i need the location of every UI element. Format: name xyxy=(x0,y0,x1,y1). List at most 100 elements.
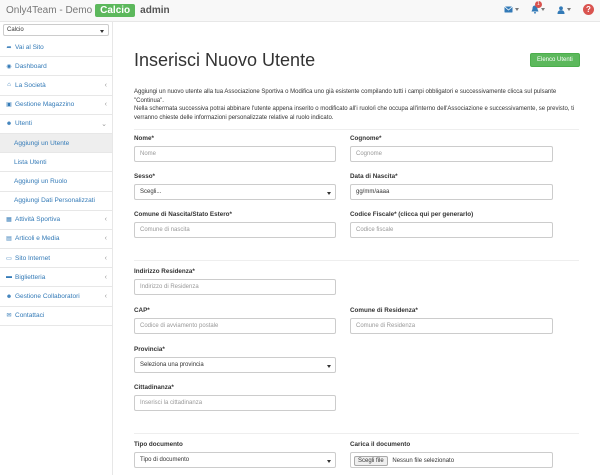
sidebar-item-label: Gestione Magazzino xyxy=(15,101,75,109)
nascita-label: Data di Nascita* xyxy=(350,173,398,180)
sidebar-item-aggiungi-ruolo[interactable]: Aggiungi un Ruolo xyxy=(0,172,112,192)
sidebar-item-label: Articoli e Media xyxy=(15,235,60,243)
chevron-left-icon: ‹ xyxy=(104,235,107,243)
chevron-down-icon xyxy=(100,30,104,33)
nome-input[interactable]: Nome xyxy=(134,146,336,162)
notification-badge: 1 xyxy=(535,1,542,8)
tipo-documento-select[interactable]: Tipo di documento xyxy=(134,452,336,468)
cittadinanza-label: Cittadinanza* xyxy=(134,384,174,391)
sidebar-item-aggiungi-utente[interactable]: Aggiungi un Utente xyxy=(0,133,112,154)
sidebar-item-attivita-sportiva[interactable]: ▦ Attività Sportiva ‹ xyxy=(0,211,112,230)
sesso-select[interactable]: Scegli... xyxy=(134,184,336,200)
sidebar-item-label: Aggiungi Dati Personalizzati xyxy=(14,197,95,205)
provincia-select-value: Seleziona una provincia xyxy=(140,362,204,368)
chevron-left-icon: ‹ xyxy=(104,216,107,224)
chevron-left-icon: ‹ xyxy=(104,273,107,281)
sidebar-item-dashboard[interactable]: ◉ Dashboard xyxy=(0,57,112,77)
cap-input[interactable]: Codice di avviamento postale xyxy=(134,318,336,334)
sidebar-item-biglietteria[interactable]: ▬ Biglietteria ‹ xyxy=(0,268,112,288)
chevron-down-icon xyxy=(515,8,519,11)
messages-dropdown[interactable] xyxy=(504,6,519,13)
sidebar-item-dati-personalizzati[interactable]: Aggiungi Dati Personalizzati xyxy=(0,192,112,211)
codice-fiscale-input[interactable]: Codice fiscale xyxy=(350,222,553,238)
nav-icons: 1 ? xyxy=(504,1,594,15)
intro-paragraph-2: Nella schermata successiva potrai abbina… xyxy=(134,106,575,121)
chevron-down-icon xyxy=(327,365,331,368)
help-icon[interactable]: ? xyxy=(583,4,594,15)
archive-icon: ▣ xyxy=(6,102,12,109)
page-title: Inserisci Nuovo Utente xyxy=(134,50,316,70)
sidebar-item-label: Sito Internet xyxy=(15,254,51,262)
chevron-left-icon: ‹ xyxy=(104,254,107,262)
chevron-left-icon: ‹ xyxy=(104,293,107,301)
desktop-icon: ▭ xyxy=(6,255,12,262)
cittadinanza-input[interactable]: Inserisci la cittadinanza xyxy=(134,395,336,411)
elenco-utenti-button[interactable]: Elenco Utenti xyxy=(530,53,580,67)
chevron-down-icon xyxy=(327,192,331,195)
chevron-down-icon xyxy=(541,8,545,11)
user-dropdown[interactable] xyxy=(557,5,571,14)
file-status-text: Nessun file selezionato xyxy=(392,458,455,464)
nome-label: Nome* xyxy=(134,135,154,142)
tipo-documento-value: Tipo di documento xyxy=(140,457,190,463)
sidebar-item-label: Dashboard xyxy=(15,62,47,70)
sidebar-item-label: Vai al Sito xyxy=(15,43,44,51)
brand-badge: Calcio xyxy=(95,4,136,17)
sidebar-item-label: La Società xyxy=(15,81,46,89)
sidebar-item-label: Aggiungi un Ruolo xyxy=(14,177,68,185)
sidebar-item-sito-internet[interactable]: ▭ Sito Internet ‹ xyxy=(0,249,112,269)
sport-selector-value: Calcio xyxy=(7,27,24,33)
notifications-dropdown[interactable]: 1 xyxy=(531,1,545,14)
sidebar-item-vai-al-sito[interactable]: ➦ Vai al Sito xyxy=(0,38,112,58)
table-icon: ▦ xyxy=(6,217,12,224)
file-upload-input[interactable]: Scegli file Nessun file selezionato xyxy=(350,452,553,468)
comune-residenza-input[interactable]: Comune di Residenza xyxy=(350,318,553,334)
sidebar-item-label: Contattaci xyxy=(15,312,45,320)
nascita-input[interactable]: gg/mm/aaaa xyxy=(350,184,553,200)
collaborators-icon: ☻ xyxy=(5,293,13,300)
chevron-left-icon: ‹ xyxy=(104,81,107,89)
sidebar-item-label: Aggiungi un Utente xyxy=(14,139,70,147)
sport-selector[interactable]: Calcio xyxy=(3,24,109,36)
cognome-label: Cognome* xyxy=(350,135,382,142)
divider xyxy=(134,260,579,261)
sidebar-item-lista-utenti[interactable]: Lista Utenti xyxy=(0,153,112,173)
top-navbar: Only4Team - Demo Calcio admin 1 ? xyxy=(0,0,600,22)
cognome-input[interactable]: Cognome xyxy=(350,146,553,162)
sesso-label: Sesso* xyxy=(134,173,156,180)
carica-documento-label: Carica il documento xyxy=(350,441,411,448)
sidebar-item-utenti[interactable]: ☻ Utenti ⌄ xyxy=(0,115,112,134)
comune-nascita-input[interactable]: Comune di nascita xyxy=(134,222,336,238)
comune-residenza-label: Comune di Residenza* xyxy=(350,307,418,314)
codice-fiscale-label[interactable]: Codice Fiscale* (clicca qui per generarl… xyxy=(350,211,473,218)
divider xyxy=(134,433,579,434)
provincia-select[interactable]: Seleziona una provincia xyxy=(134,357,336,373)
choose-file-button[interactable]: Scegli file xyxy=(354,456,388,466)
sidebar-item-contattaci[interactable]: ✉ Contattaci xyxy=(0,307,112,326)
share-icon: ➦ xyxy=(6,44,12,51)
main-content: Inserisci Nuovo Utente Elenco Utenti Agg… xyxy=(113,22,600,475)
brand-admin: admin xyxy=(140,5,170,16)
indirizzo-input[interactable]: Indirizzo di Residenza xyxy=(134,279,336,295)
chevron-down-icon: ⌄ xyxy=(101,120,107,128)
intro-paragraph-1: Aggiungi un nuovo utente alla tua Associ… xyxy=(134,89,557,104)
sidebar-item-gestione-magazzino[interactable]: ▣ Gestione Magazzino ‹ xyxy=(0,96,112,115)
dashboard-icon: ◉ xyxy=(6,63,12,70)
sidebar-item-la-societa[interactable]: ⌂ La Società ‹ xyxy=(0,76,112,96)
chevron-down-icon xyxy=(327,460,331,463)
tipo-documento-label: Tipo documento xyxy=(134,441,183,448)
sidebar-item-label: Lista Utenti xyxy=(14,158,47,166)
brand[interactable]: Only4Team - Demo Calcio admin xyxy=(6,4,170,17)
sidebar-item-articoli-media[interactable]: ▤ Articoli e Media ‹ xyxy=(0,230,112,250)
sidebar-item-label: Biglietteria xyxy=(15,273,46,281)
sidebar-item-label: Gestione Collaboratori xyxy=(15,293,80,301)
contact-icon: ✉ xyxy=(6,313,12,320)
cap-label: CAP* xyxy=(134,307,150,314)
comune-nascita-label: Comune di Nascita/Stato Estero* xyxy=(134,211,232,218)
sesso-select-value: Scegli... xyxy=(140,189,162,195)
users-icon: ☻ xyxy=(5,120,13,127)
sidebar-item-gestione-collaboratori[interactable]: ☻ Gestione Collaboratori ‹ xyxy=(0,287,112,307)
indirizzo-label: Indirizzo Residenza* xyxy=(134,268,195,275)
chevron-left-icon: ‹ xyxy=(104,101,107,109)
sidebar: Calcio ➦ Vai al Sito ◉ Dashboard ⌂ La So… xyxy=(0,22,113,475)
